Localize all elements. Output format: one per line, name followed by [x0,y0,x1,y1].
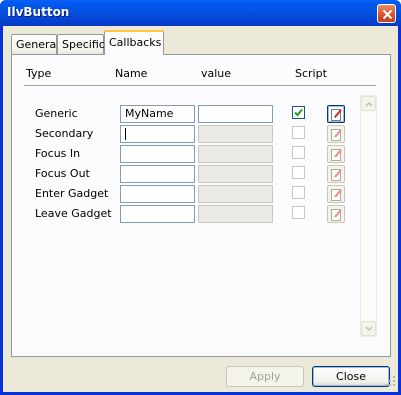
value-input-leave-gadget [198,205,273,223]
close-window-button[interactable] [377,4,396,23]
script-checkbox-focus-in [292,146,305,159]
value-input-secondary [198,125,273,143]
tab-general-label: General [16,38,60,51]
resize-grip-icon[interactable] [385,376,396,390]
title-bar[interactable]: IlvButton [0,0,401,26]
edit-script-button-enter-gadget [327,185,345,203]
value-input-focus-out [198,165,273,183]
vertical-scrollbar[interactable] [360,95,377,337]
tab-callbacks-label: Callbacks [109,36,162,49]
name-input-enter-gadget[interactable] [120,185,195,203]
script-checkbox-focus-out [292,166,305,179]
name-input-focus-in[interactable] [120,145,195,163]
column-header-type: Type [26,67,52,80]
dialog-window: IlvButton General Specific Callbacks Typ… [0,0,401,395]
tab-general[interactable]: General [11,34,60,55]
tab-callbacks[interactable]: Callbacks [104,30,164,55]
callbacks-panel: Type Name value Script Generic MyName Se… [11,54,391,357]
value-input-enter-gadget [198,185,273,203]
close-button[interactable]: Close [312,366,390,387]
script-checkbox-enter-gadget [292,186,305,199]
script-checkbox-generic[interactable] [292,106,305,119]
name-input-leave-gadget[interactable] [120,205,195,223]
edit-script-button-secondary [327,125,345,143]
tab-specific[interactable]: Specific [57,34,105,55]
row-label-focus-in: Focus In [35,147,81,160]
text-caret [125,128,126,140]
edit-script-button-generic[interactable] [327,105,345,123]
value-input-focus-in [198,145,273,163]
script-checkbox-leave-gadget [292,206,305,219]
apply-button[interactable]: Apply [226,366,304,387]
row-label-focus-out: Focus Out [35,167,90,180]
row-label-generic: Generic [35,107,78,120]
tab-specific-label: Specific [62,38,105,51]
checkmark-icon [294,108,303,117]
name-input-focus-out[interactable] [120,165,195,183]
row-label-leave-gadget: Leave Gadget [35,207,112,220]
edit-script-button-focus-out [327,165,345,183]
row-label-secondary: Secondary [35,127,94,140]
window-title: IlvButton [7,5,70,19]
scroll-up-button[interactable] [361,96,376,111]
scroll-down-button[interactable] [361,321,376,336]
script-checkbox-secondary [292,126,305,139]
edit-script-button-focus-in [327,145,345,163]
name-input-secondary[interactable] [120,125,195,143]
name-input-generic[interactable]: MyName [120,105,195,123]
dialog-client: General Specific Callbacks Type Name val… [3,26,398,392]
column-header-script: Script [295,67,327,80]
column-header-name: Name [115,67,148,80]
row-label-enter-gadget: Enter Gadget [35,187,109,200]
edit-script-button-leave-gadget [327,205,345,223]
value-input-generic[interactable] [198,105,273,123]
header-divider [24,85,376,86]
column-header-value: value [201,67,232,80]
